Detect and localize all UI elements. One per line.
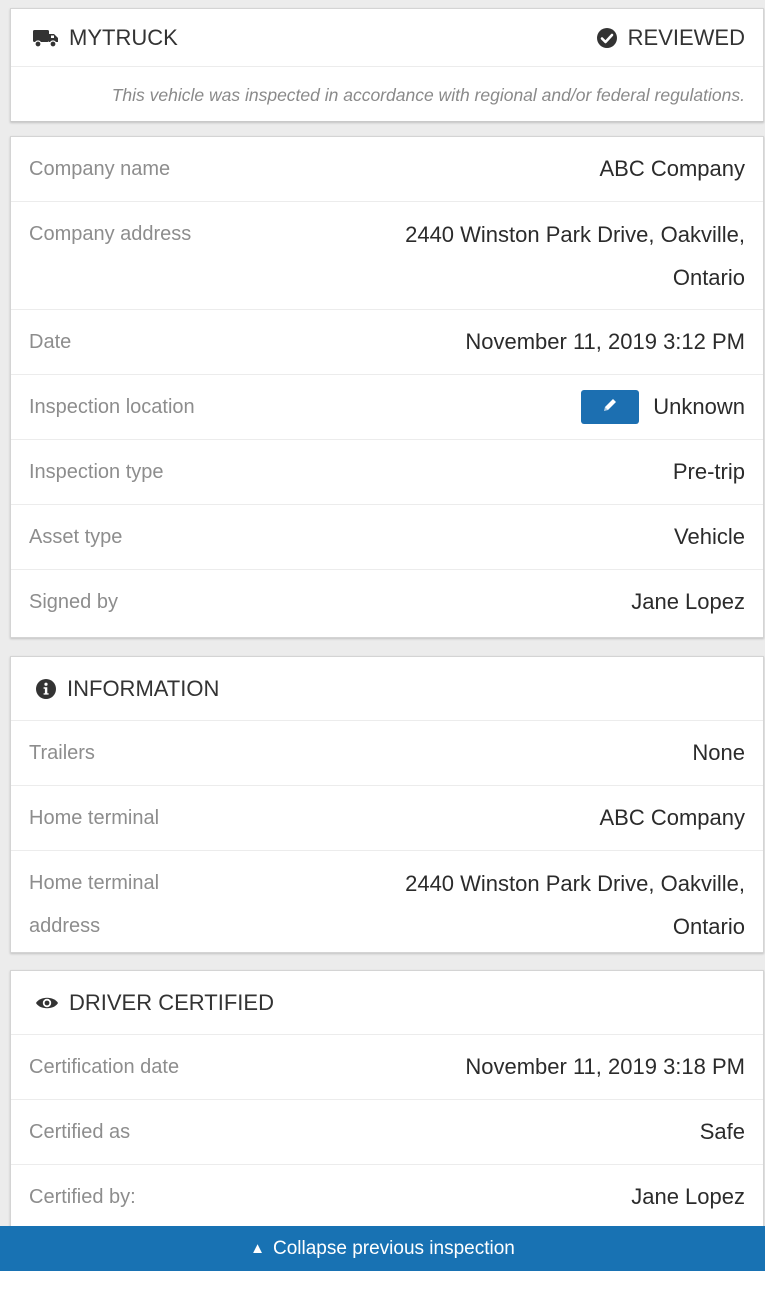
driver-label: Certified by:	[29, 1186, 136, 1208]
regulation-note: This vehicle was inspected in accordance…	[111, 84, 745, 105]
inspection-header-card: MYTRUCK REVIEWED This vehicle was inspec…	[10, 8, 764, 122]
detail-value: ABC Company	[599, 156, 745, 181]
detail-row-company-name: Company name ABC Company	[11, 137, 763, 202]
collapse-inspection-button[interactable]: ▲ Collapse previous inspection	[0, 1226, 765, 1271]
driver-row-certification-date: Certification date November 11, 2019 3:1…	[11, 1035, 763, 1100]
information-card: INFORMATION Trailers None Home terminal …	[10, 656, 764, 953]
detail-label: Inspection location	[29, 396, 195, 418]
detail-value: Vehicle	[674, 524, 745, 549]
detail-value: November 11, 2019 3:12 PM	[465, 329, 745, 354]
info-value: 2440 Winston Park Drive, Oakville, Ontar…	[405, 851, 745, 958]
detail-row-inspection-type: Inspection type Pre-trip	[11, 440, 763, 505]
info-label: Trailers	[29, 742, 95, 764]
bottom-strip	[0, 1271, 765, 1298]
info-row-home-terminal-address: Home terminal address 2440 Winston Park …	[11, 851, 763, 958]
driver-section-title: DRIVER CERTIFIED	[11, 971, 763, 1035]
triangle-up-icon: ▲	[250, 1240, 265, 1257]
address-line-1: 2440 Winston Park Drive, Oakville,	[405, 222, 745, 247]
detail-value: Jane Lopez	[631, 589, 745, 614]
information-section-title: INFORMATION	[11, 657, 763, 721]
truck-icon	[33, 28, 59, 48]
status-badge: REVIEWED	[627, 24, 745, 50]
detail-label: Company address	[29, 223, 192, 245]
info-value: ABC Company	[599, 805, 745, 830]
detail-label: Inspection type	[29, 461, 164, 483]
check-circle-icon	[596, 27, 618, 49]
info-row-home-terminal: Home terminal ABC Company	[11, 786, 763, 851]
info-label: Home terminal	[29, 807, 160, 829]
info-label: Home terminal address	[29, 851, 159, 958]
detail-label: Date	[29, 331, 72, 353]
detail-row-asset-type: Asset type Vehicle	[11, 505, 763, 570]
driver-value: Jane Lopez	[631, 1184, 745, 1209]
eye-icon	[35, 994, 59, 1012]
label-line-1: Home terminal	[29, 872, 160, 894]
detail-label: Asset type	[29, 526, 123, 548]
detail-row-signed-by: Signed by Jane Lopez	[11, 570, 763, 634]
driver-value: Safe	[699, 1119, 745, 1144]
address-line-1: 2440 Winston Park Drive, Oakville,	[405, 871, 745, 896]
info-value: None	[692, 740, 745, 765]
detail-value: Unknown	[653, 394, 745, 419]
address-line-2: Ontario	[672, 265, 745, 290]
label-line-2: address	[29, 915, 101, 937]
driver-row-certified-as: Certified as Safe	[11, 1100, 763, 1165]
address-line-2: Ontario	[672, 914, 745, 939]
info-row-trailers: Trailers None	[11, 721, 763, 786]
detail-value: 2440 Winston Park Drive, Oakville, Ontar…	[405, 202, 745, 309]
driver-label: Certified as	[29, 1121, 131, 1143]
detail-row-company-address: Company address 2440 Winston Park Drive,…	[11, 202, 763, 310]
section-title-text: DRIVER CERTIFIED	[69, 989, 274, 1015]
driver-row-certified-by: Certified by: Jane Lopez	[11, 1165, 763, 1229]
detail-value: Pre-trip	[672, 459, 745, 484]
detail-label: Signed by	[29, 591, 118, 613]
edit-location-button[interactable]	[581, 390, 640, 424]
info-circle-icon	[35, 678, 57, 700]
section-title-text: INFORMATION	[67, 675, 220, 701]
detail-row-date: Date November 11, 2019 3:12 PM	[11, 310, 763, 375]
inspection-details-card: Company name ABC Company Company address…	[10, 136, 764, 638]
detail-row-inspection-location: Inspection location Unknown	[11, 375, 763, 440]
header-row: MYTRUCK REVIEWED	[11, 9, 763, 67]
driver-value: November 11, 2019 3:18 PM	[465, 1054, 745, 1079]
pencil-icon	[601, 375, 619, 439]
detail-label: Company name	[29, 158, 171, 180]
driver-label: Certification date	[29, 1056, 180, 1078]
review-status: REVIEWED	[596, 25, 745, 51]
detail-value-container: Unknown	[581, 375, 745, 439]
vehicle-name: MYTRUCK	[69, 24, 178, 50]
collapse-label: Collapse previous inspection	[272, 1237, 515, 1259]
vehicle-title: MYTRUCK	[33, 25, 178, 51]
